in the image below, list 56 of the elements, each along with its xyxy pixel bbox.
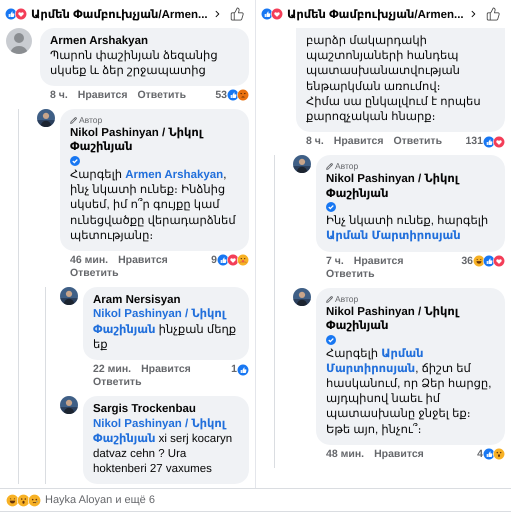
comment-time: 8 ч. (50, 88, 68, 102)
commenter-name[interactable]: Aram Nersisyan (93, 292, 239, 308)
reply-link[interactable]: Ответить (326, 268, 505, 281)
pencil-icon (326, 296, 333, 303)
reaction-count: 1 (231, 363, 237, 376)
author-label: Автор (79, 114, 102, 126)
mention-link[interactable]: Փաշինյան (93, 322, 156, 338)
author-label: Автор (335, 161, 358, 172)
comment-time: 48 мин. (326, 448, 364, 461)
thumbs-up-icon[interactable] (230, 6, 245, 22)
reply-link[interactable]: Ответить (70, 266, 249, 280)
like-link[interactable]: Нравится (118, 254, 168, 267)
pencil-icon (70, 116, 77, 124)
like-link[interactable]: Нравится (374, 448, 424, 461)
comment-text: Հարգելի Արման Մարտիրոսյան, ճիշտ եմ հասկանում, որ Ձեր հարցը, այդպիսով նաեւ իմ պատասխանը ջնջել եք։ Եթե այո, ինչու՞։ (326, 346, 492, 438)
comment-time: 46 мин. (70, 254, 108, 267)
reply-link[interactable]: Ответить (93, 376, 249, 390)
mention-link[interactable]: Արման Մարտիրոսյան (326, 229, 461, 245)
like-link[interactable]: Нравится (78, 88, 128, 102)
thumbs-up-icon[interactable] (486, 6, 501, 22)
mention-link[interactable]: Փաշինյան (93, 432, 156, 447)
reaction-count: 9 (211, 254, 217, 267)
comment-text: Nikol Pashinyan / Նիկոլ Փաշինյան xi serj kocaryn datvaz cehn ? Ura hoktenberi 27 vaxumes (93, 416, 234, 478)
like-link[interactable]: Нравится (354, 254, 404, 268)
comment-time: 8 ч. (306, 135, 324, 148)
comment-text: Nikol Pashinyan / Նիկոլ Փաշինյան ինչքան մեղք եք (93, 307, 238, 353)
reaction-count: 131 (465, 135, 483, 148)
author-label: Автор (335, 294, 358, 305)
mention-link[interactable]: Nikol Pashinyan / Նիկոլ (93, 416, 226, 432)
mention-link[interactable]: Մարտիրոսյան (326, 362, 416, 378)
like-link[interactable]: Нравится (334, 135, 384, 148)
commenter-name[interactable]: Nikol Pashinyan / Նիկոլ Փաշինյան (70, 126, 239, 155)
comment-text: Հարգելի Armen Arshakyan, ինչ նկատի ունեք։ Ինձնից սկսեմ, իմ ո՞ր գույքը կամ ունեցվածքը վերադարձնեմ պետությանը։ (70, 168, 237, 244)
reactors-text[interactable]: Hayka Aloyan и ещё 6 (45, 494, 155, 506)
comment-text: Ինչ նկատի ունեք, հարգելի Արման Մարտիրոսյան (326, 214, 495, 245)
comment-text: Պարոն փաշինյան ձեզանից սկսեք և ձեր շրջապատից (50, 48, 219, 79)
comment-time: 7 ч. (326, 254, 344, 268)
reaction-count: 53 (215, 88, 227, 102)
commenter-name[interactable]: Nikol Pashinyan / Նիկոլ Փաշինյան (326, 304, 495, 334)
mention-link[interactable]: Արման (381, 346, 424, 362)
commenter-name[interactable]: Armen Arshakyan (50, 34, 239, 48)
pencil-icon (326, 163, 333, 170)
commenter-name[interactable]: Sargis Trockenbau (93, 402, 239, 417)
reply-link[interactable]: Ответить (138, 88, 186, 102)
commenter-name[interactable]: Nikol Pashinyan / Նիկոլ Փաշինյան (326, 172, 495, 202)
like-link[interactable]: Нравится (141, 363, 191, 376)
avatar-icon[interactable] (6, 28, 32, 54)
reaction-count: 36 (461, 254, 473, 268)
comment-time: 22 мин. (93, 363, 132, 376)
page-title[interactable]: Արմեն Փամբուխչյան/Armen... (31, 7, 208, 21)
mention-link[interactable]: Armen Arshakyan (125, 168, 224, 184)
mention-link[interactable]: Nikol Pashinyan / Նիկոլ (93, 307, 226, 323)
comment-text: բարձր մակարդակի պաշտոնյաների հանդեպ պատասխանատվության ենթարկման առումով։ Հիմա սա ընկալվում է որպես քարոզչական հնարք։ (306, 34, 482, 126)
reply-link[interactable]: Ответить (394, 135, 442, 148)
page-title[interactable]: Արմեն Փամբուխչյան/Armen... (287, 7, 464, 21)
reaction-count: 4 (477, 448, 483, 461)
